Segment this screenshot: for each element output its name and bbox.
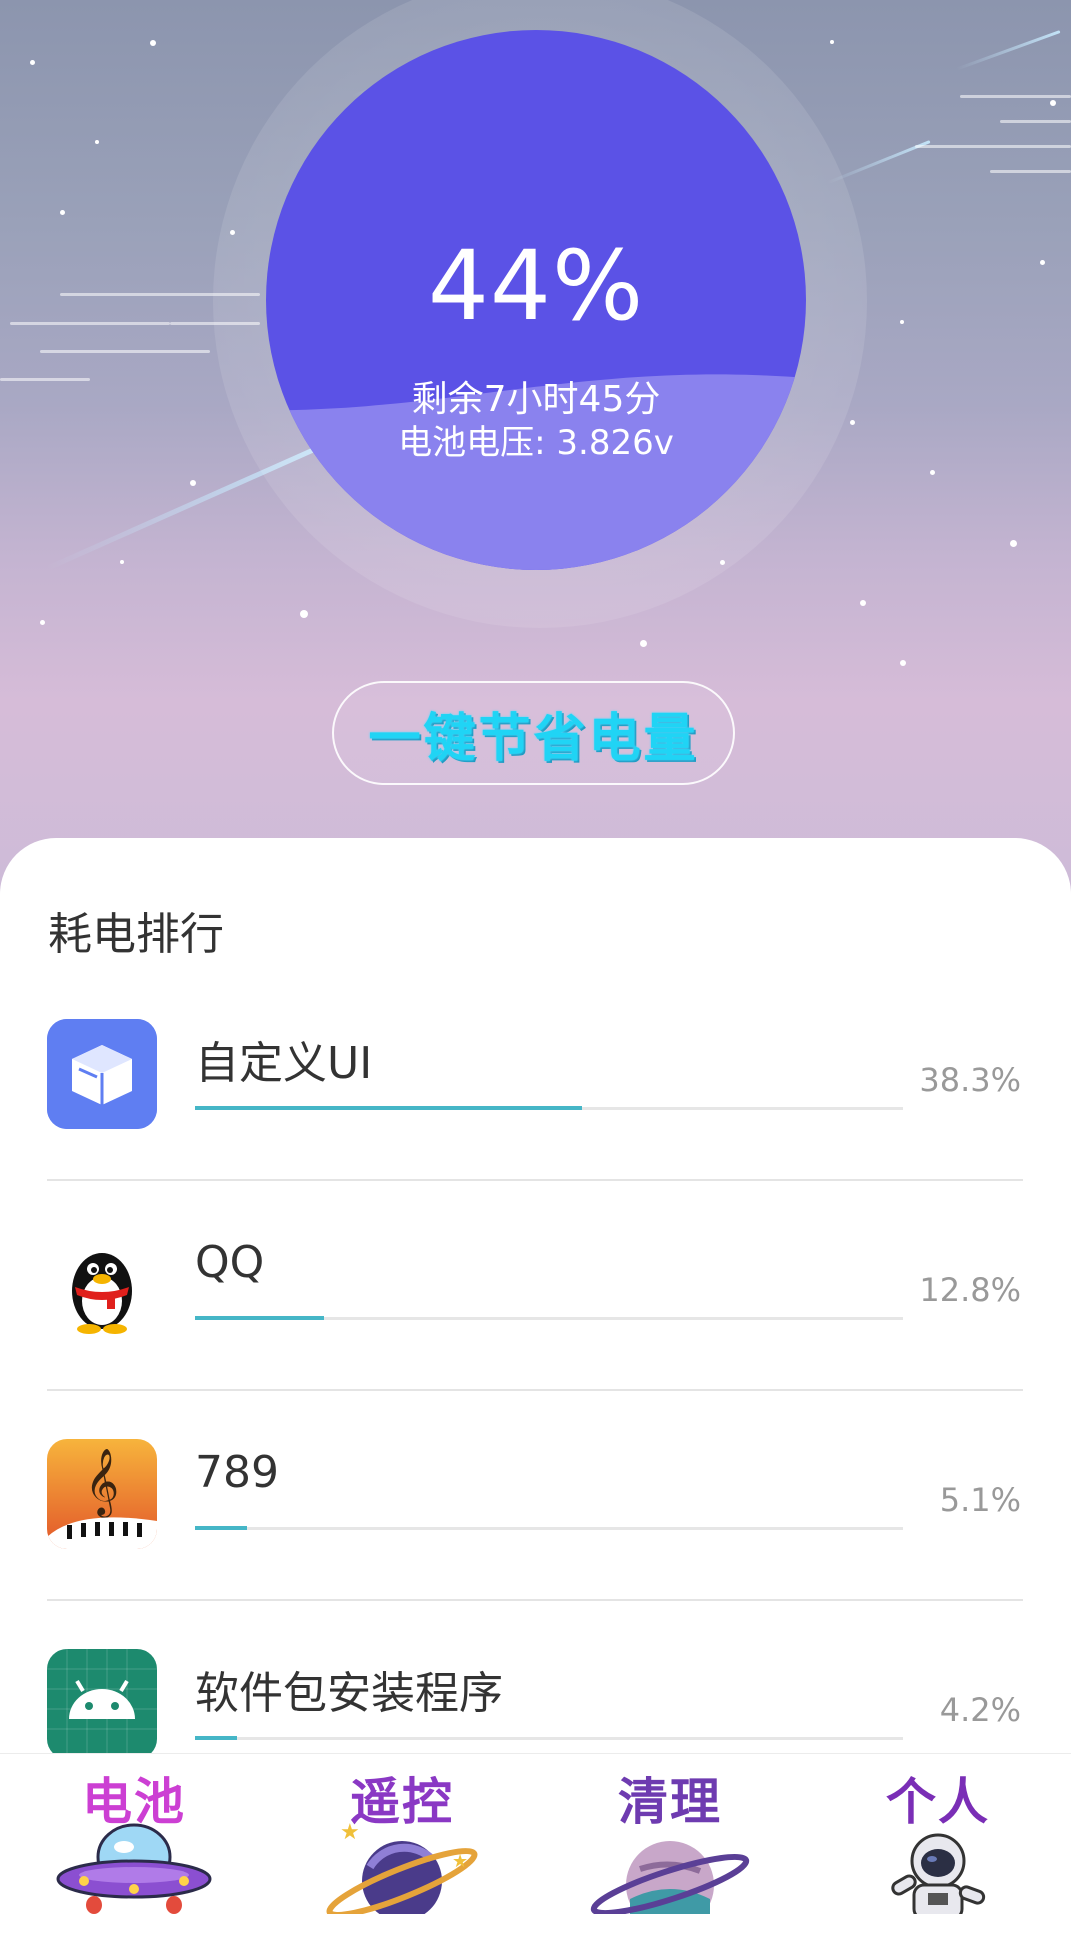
ranking-row[interactable]: QQ 12.8% [0, 1229, 1071, 1439]
svg-text:𝄞: 𝄞 [85, 1447, 119, 1518]
battery-voltage: 电池电压: 3.826v [398, 423, 674, 463]
star-decoration [300, 610, 308, 618]
star-decoration [860, 600, 866, 606]
usage-percent: 5.1% [939, 1481, 1021, 1519]
star-decoration [40, 620, 45, 625]
usage-bar [195, 1736, 237, 1740]
star-decoration [900, 320, 904, 324]
star-decoration [830, 40, 834, 44]
star-decoration [30, 60, 35, 65]
star-decoration [1010, 540, 1017, 547]
cloud-decoration [40, 350, 210, 353]
nav-tab-clean[interactable]: 清理 [536, 1754, 804, 1914]
save-power-label: 一键节省电量 [368, 708, 699, 769]
battery-gauge: 44% 剩余7小时45分 电池电压: 3.826v [266, 30, 806, 570]
app-name: 软件包安装程序 [195, 1668, 503, 1719]
cloud-decoration [960, 95, 1071, 98]
usage-track [195, 1736, 903, 1740]
star-decoration [1040, 260, 1045, 265]
usage-bar [195, 1316, 324, 1320]
star-decoration [1050, 100, 1056, 106]
nav-tab-remote[interactable]: 遥控 ★ ★ [268, 1754, 536, 1914]
star-decoration [190, 480, 196, 486]
android-robot-icon [47, 1649, 157, 1759]
meteor-decoration [956, 30, 1061, 71]
app-name: 789 [195, 1447, 279, 1498]
star-decoration [95, 140, 99, 144]
cloud-decoration [915, 145, 1071, 148]
bottom-navigation: 电池 遥控 ★ ★ 清理 个人 [0, 1753, 1071, 1914]
usage-track [195, 1316, 903, 1320]
nav-tab-profile[interactable]: 个人 [804, 1754, 1071, 1914]
usage-percent: 38.3% [919, 1061, 1021, 1099]
usage-percent: 12.8% [919, 1271, 1021, 1309]
cloud-decoration [0, 378, 90, 381]
usage-track [195, 1526, 903, 1530]
planet-saturn-icon: ★ ★ [326, 1820, 478, 1914]
svg-text:★: ★ [340, 1820, 360, 1845]
star-decoration [850, 420, 855, 425]
star-decoration [930, 470, 935, 475]
music-note-app-icon: 𝄞 [47, 1439, 157, 1549]
star-decoration [120, 560, 124, 564]
cloud-decoration [10, 322, 170, 325]
usage-bar [195, 1106, 582, 1110]
usage-track [195, 1106, 903, 1110]
cloud-decoration [1000, 120, 1071, 123]
ranking-row[interactable]: 𝄞 789 5.1% [0, 1439, 1071, 1649]
app-name: 自定义UI [195, 1038, 373, 1089]
star-decoration [640, 640, 647, 647]
ufo-icon [56, 1823, 212, 1914]
astronaut-icon [891, 1833, 986, 1914]
star-decoration [900, 660, 906, 666]
star-decoration [60, 210, 65, 215]
nav-tab-battery[interactable]: 电池 [0, 1754, 268, 1914]
usage-bar [195, 1526, 247, 1530]
qq-penguin-icon [47, 1229, 157, 1339]
save-power-button[interactable]: 一键节省电量 [332, 681, 735, 785]
row-divider [47, 1179, 1023, 1181]
usage-percent: 4.2% [939, 1691, 1021, 1729]
battery-percent: 44% [427, 230, 645, 342]
star-decoration [150, 40, 156, 46]
svg-text:★: ★ [452, 1851, 468, 1872]
app-name: QQ [195, 1237, 265, 1288]
row-divider [47, 1389, 1023, 1391]
ranking-row[interactable]: 自定义UI 38.3% [0, 1019, 1071, 1229]
planet-ring-icon [590, 1841, 750, 1914]
ranking-title: 耗电排行 [48, 909, 224, 960]
cloud-decoration [990, 170, 1071, 173]
row-divider [47, 1599, 1023, 1601]
cube-app-icon [47, 1019, 157, 1129]
